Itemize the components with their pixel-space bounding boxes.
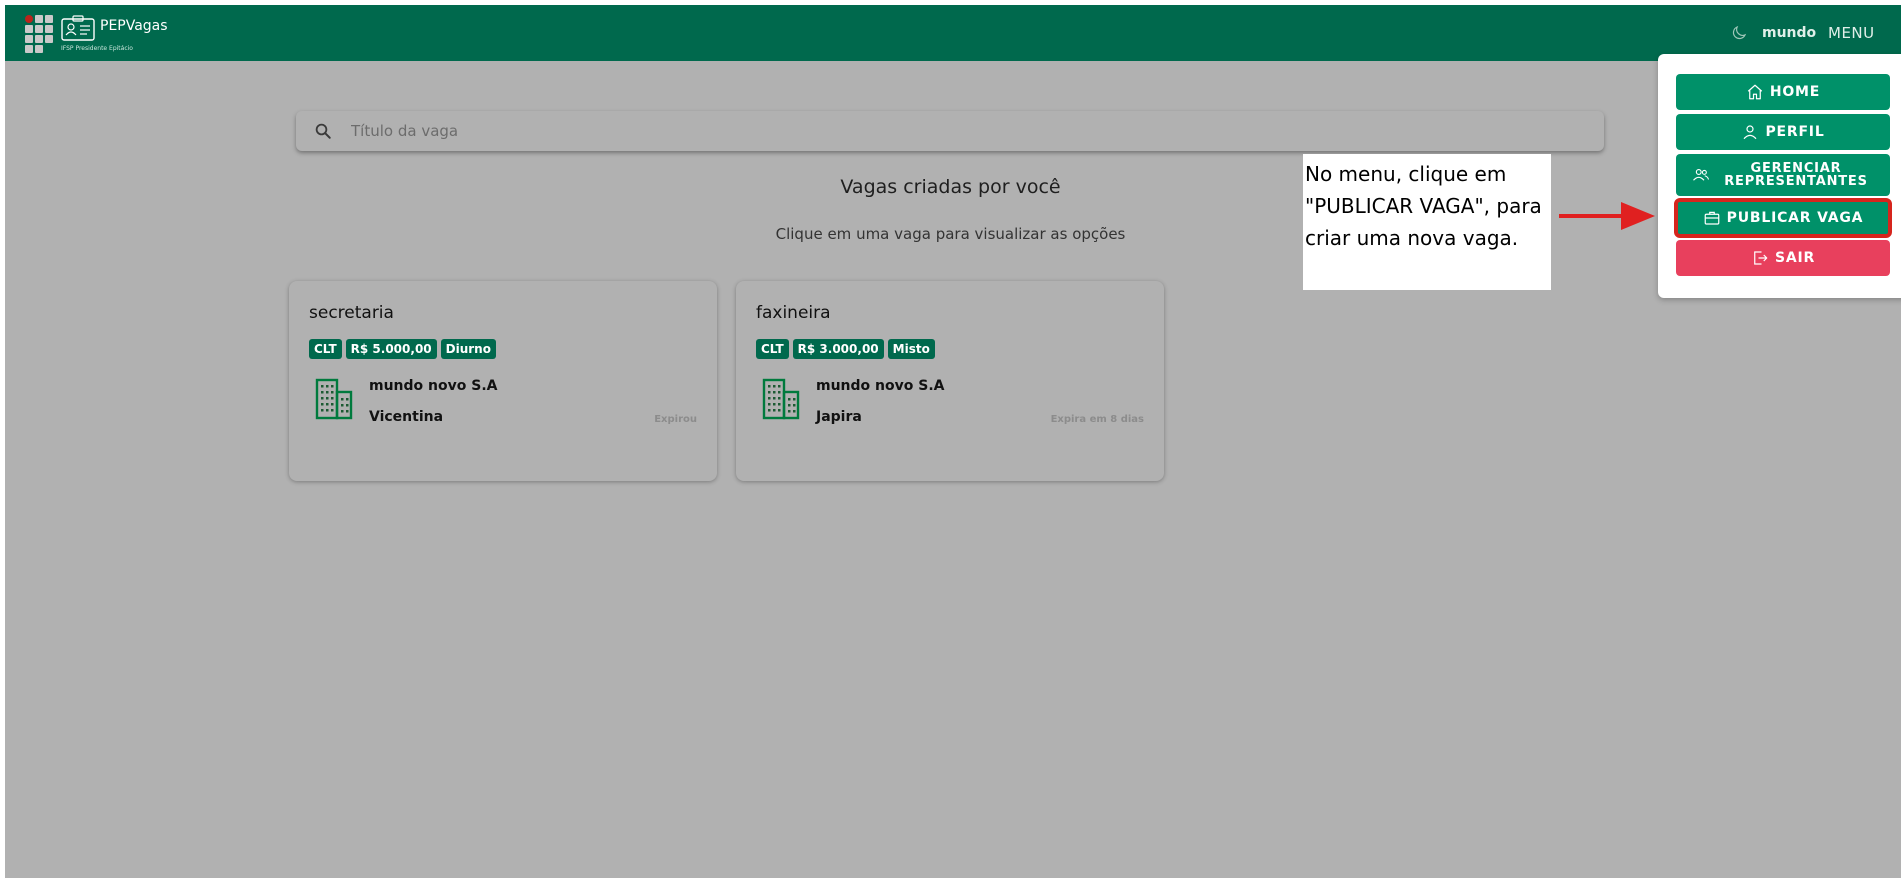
company-name: mundo novo S.A (816, 378, 945, 394)
user-name[interactable]: mundo (1762, 25, 1816, 41)
profile-button[interactable]: PERFIL (1676, 114, 1890, 150)
search-input[interactable] (351, 111, 1581, 151)
logout-label: SAIR (1774, 250, 1816, 266)
job-city: Vicentina (369, 409, 444, 425)
ifsp-logo-icon[interactable] (25, 15, 53, 53)
job-badges: CLT R$ 3.000,00 Misto (756, 339, 935, 359)
menu-button[interactable]: MENU (1828, 24, 1875, 42)
building-icon (315, 378, 353, 420)
job-badges: CLT R$ 5.000,00 Diurno (309, 339, 496, 359)
shift-badge: Diurno (440, 339, 496, 359)
top-bar: PEPVagas IFSP Presidente Epitácio mundo … (5, 5, 1901, 61)
tutorial-note: No menu, clique em "PUBLICAR VAGA", para… (1303, 154, 1551, 290)
company-name: mundo novo S.A (369, 378, 498, 394)
publish-job-label: PUBLICAR VAGA (1726, 210, 1864, 226)
home-icon (1747, 84, 1762, 100)
dark-mode-moon-icon[interactable] (1730, 24, 1748, 42)
logout-icon (1754, 251, 1768, 265)
salary-badge: R$ 3.000,00 (792, 339, 884, 359)
dropdown-menu: HOME PERFIL GERENCIAR REPRESENTANTES PUB… (1658, 54, 1901, 298)
contract-badge: CLT (309, 339, 342, 359)
expiry-status: Expira em 8 dias (1050, 414, 1144, 425)
briefcase-icon (1704, 211, 1720, 225)
job-card[interactable]: faxineira CLT R$ 3.000,00 Misto mundo no… (736, 281, 1164, 481)
home-label: HOME (1769, 84, 1821, 100)
app-window: PEPVagas IFSP Presidente Epitácio mundo … (5, 5, 1901, 878)
profile-label: PERFIL (1765, 124, 1825, 140)
app-title[interactable]: PEPVagas (100, 18, 168, 34)
job-card[interactable]: secretaria CLT R$ 5.000,00 Diurno mundo … (289, 281, 717, 481)
salary-badge: R$ 5.000,00 (345, 339, 437, 359)
search-bar (296, 111, 1604, 151)
search-icon (315, 123, 331, 139)
manage-representatives-label: GERENCIAR REPRESENTANTES (1724, 161, 1868, 189)
expiry-status: Expirou (654, 414, 697, 425)
red-arrow-icon (1559, 202, 1655, 230)
user-icon (1743, 125, 1757, 140)
manage-representatives-button[interactable]: GERENCIAR REPRESENTANTES (1676, 154, 1890, 196)
users-icon (1693, 169, 1710, 181)
logout-button[interactable]: SAIR (1676, 240, 1890, 276)
app-subtitle: IFSP Presidente Epitácio (61, 45, 133, 52)
id-card-icon (61, 15, 95, 41)
job-title: secretaria (309, 303, 394, 323)
publish-job-button[interactable]: PUBLICAR VAGA (1674, 198, 1892, 238)
contract-badge: CLT (756, 339, 789, 359)
page-title: Vagas criadas por você (840, 176, 1061, 198)
building-icon (762, 378, 800, 420)
job-city: Japira (816, 409, 862, 425)
home-button[interactable]: HOME (1676, 74, 1890, 110)
job-title: faxineira (756, 303, 831, 323)
shift-badge: Misto (887, 339, 935, 359)
